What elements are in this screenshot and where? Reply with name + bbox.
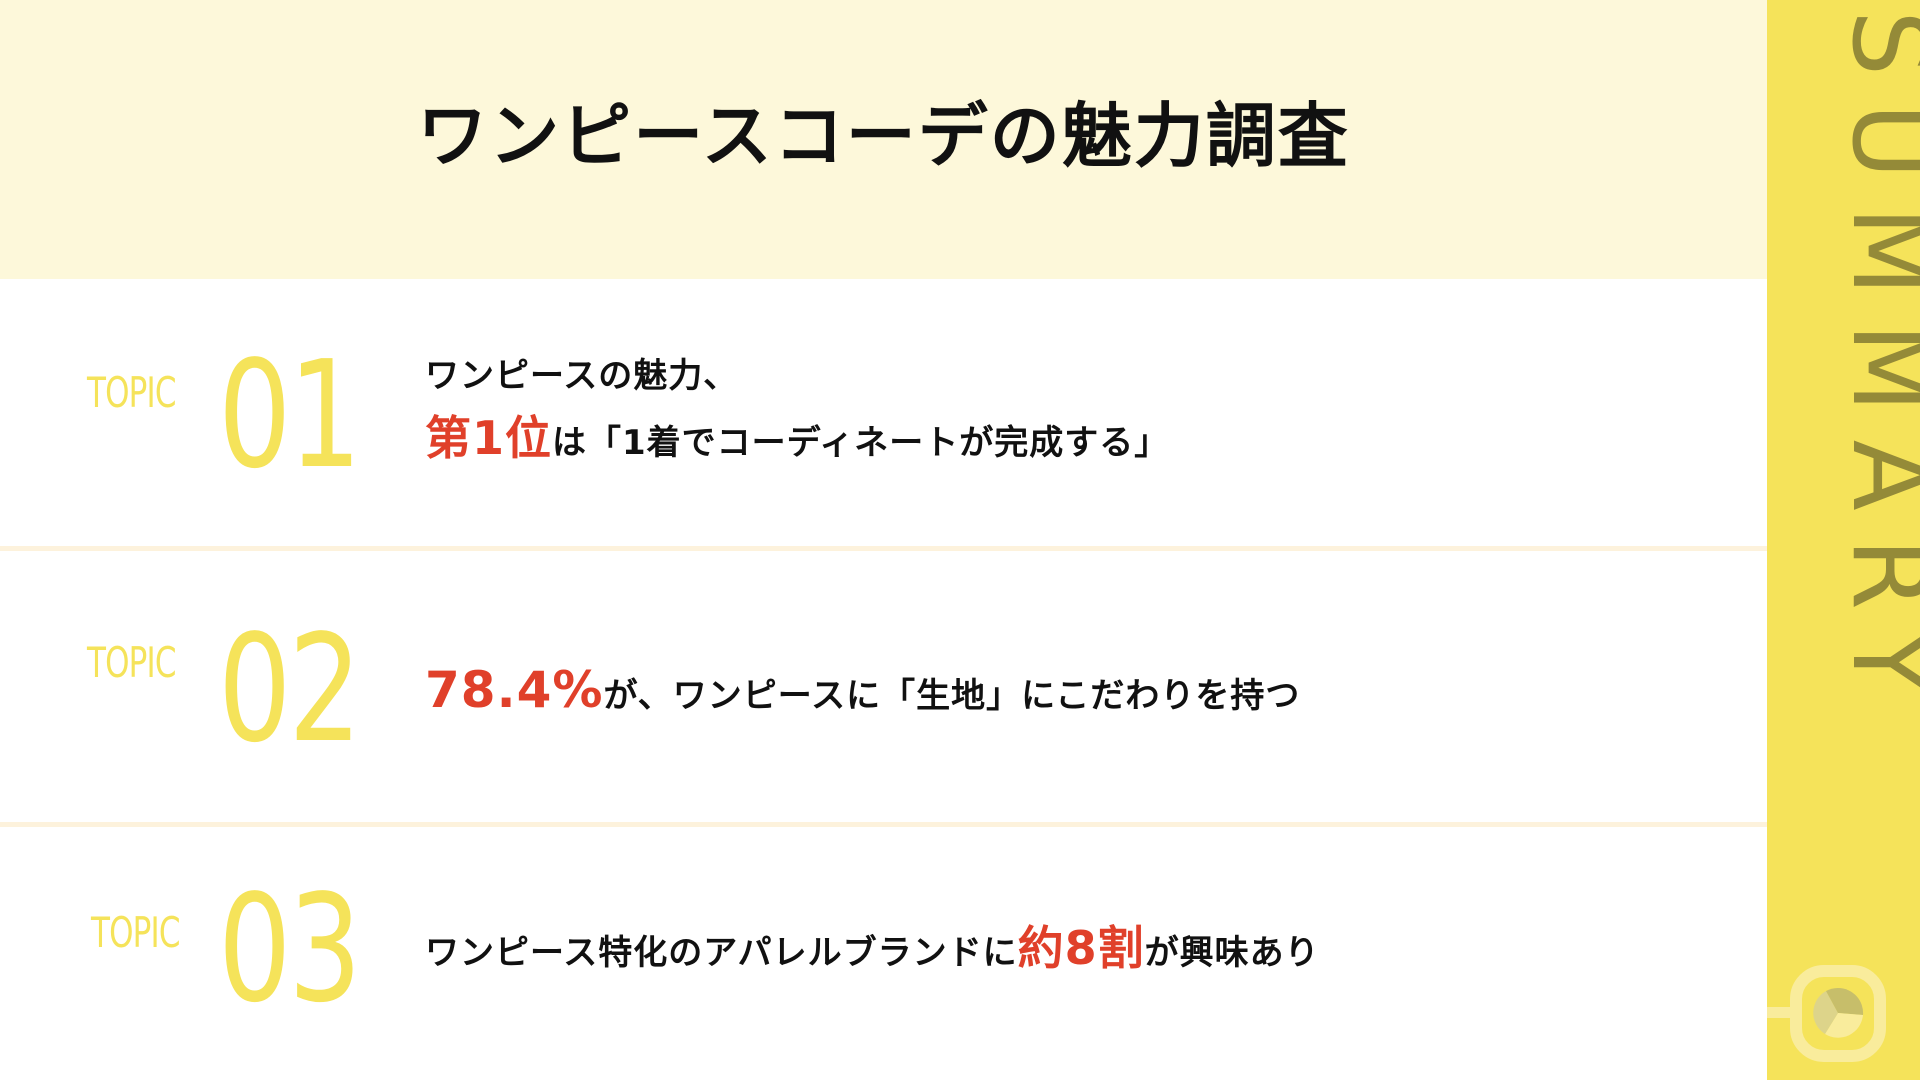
topic-text-rest: が興味あり <box>1144 933 1320 973</box>
topic-text-rest: は「1着でコーディネートが完成する」 <box>552 423 1170 463</box>
divider <box>0 822 1767 827</box>
topic-text: 第1位は「1着でコーディネートが完成する」 <box>425 408 1169 473</box>
divider <box>0 546 1767 551</box>
highlight-text: 約8割 <box>1017 921 1145 975</box>
topic-number: 03 <box>218 863 362 1035</box>
topic-text-line1: ワンピースの魅力、 <box>425 356 739 396</box>
highlight-text: 78.4% <box>425 661 604 719</box>
topic-label: TOPIC <box>91 908 180 957</box>
topic-text: 78.4%が、ワンピースに「生地」にこだわりを持つ <box>425 660 1300 726</box>
topic-label: TOPIC <box>87 638 176 687</box>
header: ワンピースコーデの魅力調査 <box>0 0 1767 279</box>
topic-text-before: ワンピース特化のアパレルブランドに <box>425 933 1018 973</box>
topic-text: ワンピースの魅力、 <box>425 352 738 400</box>
summary-label: SUMMARY <box>1829 10 1920 721</box>
topic-text-rest: が、ワンピースに「生地」にこだわりを持つ <box>603 676 1301 716</box>
topic-number: 01 <box>218 329 362 501</box>
highlight-text: 第1位 <box>425 411 553 465</box>
pie-chart-icon <box>1813 987 1864 1038</box>
topic-number: 02 <box>218 603 362 775</box>
topic-label: TOPIC <box>87 368 176 417</box>
topic-text: ワンピース特化のアパレルブランドに約8割が興味あり <box>425 918 1320 983</box>
page-title: ワンピースコーデの魅力調査 <box>417 95 1350 177</box>
